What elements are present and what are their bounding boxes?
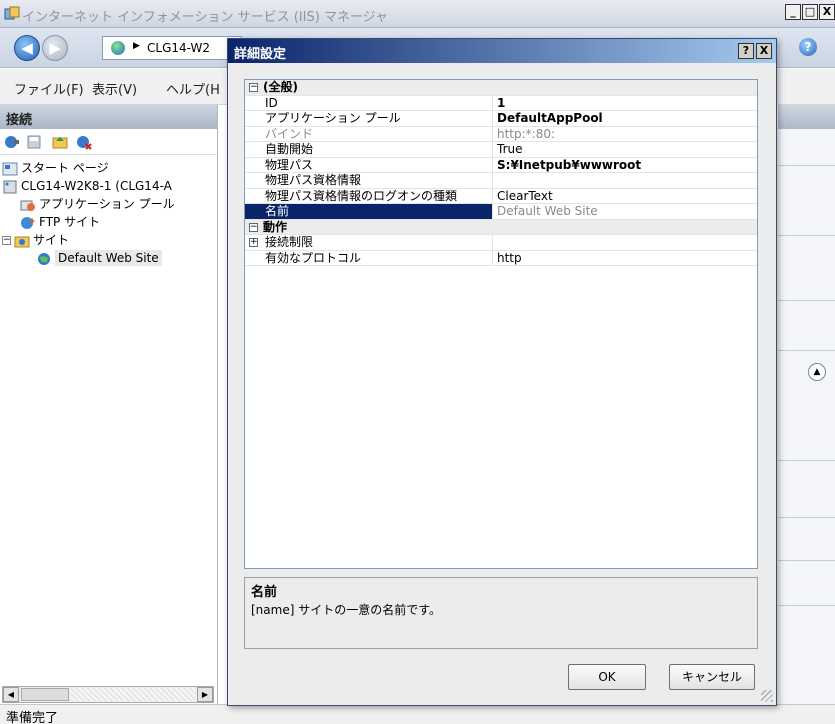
help-icon[interactable]: ?	[799, 38, 817, 56]
description-title: 名前	[251, 585, 278, 600]
disconnect-icon[interactable]	[76, 134, 92, 150]
menu-help[interactable]: ヘルプ(H	[166, 79, 220, 98]
property-row-connection-limits[interactable]: + 接続制限	[245, 235, 757, 251]
property-row-name[interactable]: 名前 Default Web Site	[245, 204, 757, 220]
pane-divider	[778, 605, 835, 606]
minimize-button[interactable]: _	[785, 4, 801, 20]
property-row-auto-start[interactable]: 自動開始 True	[245, 142, 757, 158]
start-page-icon	[2, 162, 18, 175]
ftp-site-icon	[21, 216, 35, 229]
scroll-right-icon[interactable]: ▶	[197, 687, 213, 702]
pane-divider	[778, 165, 835, 166]
iis-manager-icon	[4, 6, 20, 20]
window-title: インターネット インフォメーション サービス (IIS) マネージャ	[22, 10, 389, 25]
property-row-id[interactable]: ID 1	[245, 95, 757, 111]
pane-divider	[778, 560, 835, 561]
breadcrumb-arrow-icon: ▶	[133, 41, 140, 51]
forward-button[interactable]: ▶	[42, 35, 68, 61]
pane-divider	[778, 460, 835, 461]
tree-item-default-web-site[interactable]: Default Web Site	[36, 249, 162, 267]
back-button[interactable]: ◀	[14, 35, 40, 61]
collapse-up-icon[interactable]: ▲	[808, 363, 826, 381]
scroll-thumb[interactable]	[21, 688, 69, 701]
advanced-settings-dialog: 詳細設定 ? X − (全般) ID 1 アプリケーション プール Defaul…	[227, 38, 777, 706]
pane-divider	[778, 517, 835, 518]
connect-icon[interactable]	[4, 134, 20, 150]
property-grid: − (全般) ID 1 アプリケーション プール DefaultAppPool …	[244, 79, 758, 569]
resize-grip-icon[interactable]	[761, 690, 773, 702]
forward-arrow-icon: ▶	[49, 39, 61, 57]
status-text: 準備完了	[6, 711, 59, 724]
category-general[interactable]: − (全般)	[245, 80, 757, 96]
app-pool-icon	[20, 200, 35, 211]
tree-item-server[interactable]: CLG14-W2K8-1 (CLG14-A	[2, 177, 172, 195]
maximize-button[interactable]: □	[802, 4, 818, 20]
globe-icon	[111, 41, 125, 55]
server-icon	[3, 180, 17, 193]
save-icon[interactable]	[26, 134, 42, 150]
property-row-logon-type[interactable]: 物理パス資格情報のログオンの種類 ClearText	[245, 188, 757, 204]
actions-header	[778, 105, 835, 129]
pane-divider	[778, 350, 835, 351]
property-row-binding[interactable]: バインド http:*:80:	[245, 126, 757, 142]
tree-item-start-page[interactable]: スタート ページ	[2, 159, 109, 177]
dialog-close-button[interactable]: X	[756, 43, 772, 59]
property-row-enabled-protocols[interactable]: 有効なプロトコル http	[245, 250, 757, 266]
menu-view[interactable]: 表示(V)	[92, 79, 137, 98]
connections-header: 接続	[0, 105, 217, 129]
description-text: [name] サイトの一意の名前です。	[251, 603, 442, 617]
property-description: 名前 [name] サイトの一意の名前です。	[244, 577, 758, 649]
globe-icon	[38, 252, 50, 265]
category-behavior[interactable]: − 動作	[245, 219, 757, 235]
horizontal-scrollbar[interactable]: ◀ ▶	[2, 686, 214, 703]
tree-item-app-pools[interactable]: アプリケーション プール	[20, 195, 175, 213]
status-bar: 準備完了	[0, 704, 835, 724]
address-path: CLG14-W2	[147, 41, 210, 55]
collapse-icon[interactable]: −	[2, 236, 11, 245]
menu-file[interactable]: ファイル(F)	[14, 79, 84, 98]
scroll-track[interactable]	[71, 688, 195, 701]
up-folder-icon[interactable]	[52, 134, 68, 150]
back-arrow-icon: ◀	[21, 39, 33, 57]
cancel-button[interactable]: キャンセル	[669, 664, 755, 690]
property-row-app-pool[interactable]: アプリケーション プール DefaultAppPool	[245, 111, 757, 127]
scroll-left-icon[interactable]: ◀	[3, 687, 19, 702]
dialog-title: 詳細設定	[234, 47, 287, 62]
sites-folder-icon	[14, 236, 30, 247]
property-row-physical-path-credentials[interactable]: 物理パス資格情報	[245, 173, 757, 189]
ok-button[interactable]: OK	[568, 664, 646, 690]
close-button[interactable]: X	[819, 4, 835, 20]
actions-pane: ▲	[778, 105, 835, 705]
address-field[interactable]: ▶ CLG14-W2	[102, 36, 242, 60]
window-titlebar: インターネット インフォメーション サービス (IIS) マネージャ _ □ X	[0, 0, 835, 28]
connections-panel: 接続 スタート ページ CLG14-W2K8-1 (CLG14-A アプリケーシ…	[0, 105, 218, 705]
property-row-physical-path[interactable]: 物理パス S:¥Inetpub¥wwwroot	[245, 157, 757, 173]
dialog-help-button[interactable]: ?	[738, 43, 754, 59]
connections-toolbar	[0, 129, 217, 155]
pane-divider	[778, 300, 835, 301]
dialog-titlebar: 詳細設定 ? X	[228, 39, 776, 63]
tree-item-sites[interactable]: − サイト	[2, 231, 69, 249]
tree-item-ftp-sites[interactable]: FTP サイト	[20, 213, 100, 231]
pane-divider	[778, 235, 835, 236]
